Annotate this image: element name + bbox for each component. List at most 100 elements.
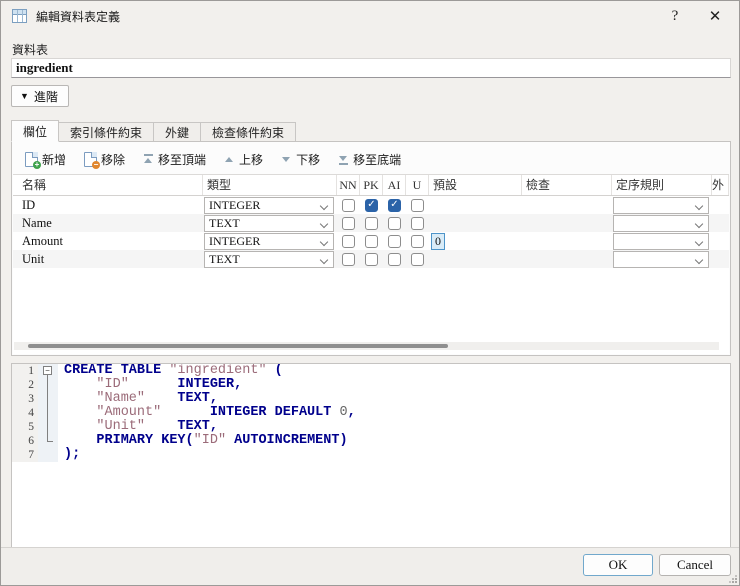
fold-margin: [38, 406, 58, 420]
toolbar-button-label: 新增: [42, 152, 67, 167]
ai-checkbox[interactable]: [388, 234, 401, 248]
type-select[interactable]: INTEGER: [204, 196, 334, 214]
advanced-button[interactable]: ▼ 進階: [11, 85, 69, 107]
collation-select[interactable]: [613, 250, 709, 268]
chevron-down-icon: [694, 237, 704, 246]
table-name-input[interactable]: [11, 58, 731, 78]
pk-cell: [360, 250, 383, 268]
resize-grip-icon[interactable]: [729, 575, 737, 583]
line-number: 6: [12, 434, 38, 448]
toolbar-button-label: 移至底端: [353, 152, 402, 167]
sql-code: "Amount" INTEGER DEFAULT 0,: [96, 405, 356, 420]
fields-tab-panel: + 新增 − 移除 移至頂端 上移 下移 移至底端 名稱 類型 NN PK AI U 預設 檢查 定序規則外 …: [11, 141, 731, 356]
u-cell: [406, 232, 429, 250]
advanced-button-label: 進階: [33, 89, 58, 104]
collation-select[interactable]: [613, 196, 709, 214]
sql-code: PRIMARY KEY("ID" AUTOINCREMENT): [96, 433, 348, 448]
line-number: 7: [12, 448, 38, 462]
default-cell[interactable]: [429, 250, 522, 268]
toolbar-button-1[interactable]: − 移除: [77, 149, 132, 170]
nn-cell: [337, 196, 360, 214]
pk-checkbox[interactable]: [365, 234, 378, 248]
type-select-value: TEXT: [209, 251, 240, 266]
nn-checkbox[interactable]: [342, 198, 355, 212]
default-cell[interactable]: 0: [429, 232, 522, 250]
tab-2[interactable]: 外鍵: [154, 122, 202, 142]
column-header-8: 定序規則: [612, 175, 712, 195]
fold-margin: [38, 420, 58, 434]
nn-checkbox[interactable]: [342, 252, 355, 266]
column-header-7: 檢查: [522, 175, 612, 195]
field-name-cell[interactable]: Name: [13, 214, 203, 232]
default-cell[interactable]: [429, 214, 522, 232]
pk-checkbox[interactable]: ✓: [365, 198, 378, 212]
type-select-value: TEXT: [209, 215, 240, 230]
column-header-0: 名稱: [13, 175, 203, 195]
check-cell[interactable]: [522, 214, 612, 232]
sql-line: 3 "Name" TEXT,: [12, 392, 730, 406]
toolbar-button-label: 上移: [239, 152, 264, 167]
nn-cell: [337, 232, 360, 250]
dialog-title: 編輯資料表定義: [36, 9, 121, 24]
u-checkbox[interactable]: [411, 252, 424, 266]
ai-checkbox[interactable]: [388, 216, 401, 230]
field-name-cell[interactable]: Amount: [13, 232, 203, 250]
toolbar-button-4[interactable]: 下移: [274, 149, 327, 170]
nn-checkbox[interactable]: [342, 234, 355, 248]
move-top-icon: [143, 153, 154, 165]
tab-3[interactable]: 檢查條件約束: [201, 122, 297, 142]
plus-icon: +: [33, 159, 41, 169]
pk-cell: [360, 214, 383, 232]
toolbar-button-3[interactable]: 上移: [217, 149, 270, 170]
default-value-selected[interactable]: 0: [431, 232, 445, 250]
close-button[interactable]: ✕: [695, 1, 735, 31]
help-button[interactable]: ?: [655, 1, 695, 31]
check-cell[interactable]: [522, 196, 612, 214]
field-name-cell[interactable]: ID: [13, 196, 203, 214]
field-row: Amount INTEGER 0: [13, 232, 729, 250]
type-select[interactable]: TEXT: [204, 214, 334, 232]
move-bottom-icon: [338, 154, 349, 165]
h-scroll-thumb[interactable]: [28, 344, 448, 348]
sql-line: 7);: [12, 448, 730, 462]
arrow-down-icon: [281, 154, 292, 165]
fold-collapse-icon[interactable]: −: [43, 366, 52, 375]
tab-0[interactable]: 欄位: [11, 120, 60, 142]
toolbar-button-label: 移除: [101, 152, 126, 167]
default-cell[interactable]: [429, 196, 522, 214]
document-minus-icon: −: [84, 151, 101, 169]
document-plus-icon: +: [25, 151, 41, 169]
field-name-cell[interactable]: Unit: [13, 250, 203, 268]
collation-select[interactable]: [613, 214, 709, 232]
toolbar-button-5[interactable]: 移至底端: [331, 149, 408, 170]
fk-cell: [712, 250, 729, 268]
collation-cell: [612, 232, 712, 250]
ok-button[interactable]: OK: [583, 554, 653, 576]
ai-checkbox[interactable]: ✓: [388, 198, 401, 212]
line-number: 1: [12, 364, 38, 378]
horizontal-scrollbar[interactable]: [14, 342, 719, 350]
check-cell[interactable]: [522, 250, 612, 268]
collation-select[interactable]: [613, 232, 709, 250]
pk-checkbox[interactable]: [365, 216, 378, 230]
collation-cell: [612, 214, 712, 232]
fold-margin: [38, 448, 58, 462]
check-cell[interactable]: [522, 232, 612, 250]
toolbar-button-2[interactable]: 移至頂端: [136, 149, 213, 170]
u-checkbox[interactable]: [411, 234, 424, 248]
nn-checkbox[interactable]: [342, 216, 355, 230]
chevron-down-icon: [319, 255, 329, 264]
pk-checkbox[interactable]: [365, 252, 378, 266]
table-icon: [12, 9, 27, 23]
cancel-button[interactable]: Cancel: [659, 554, 731, 576]
u-checkbox[interactable]: [411, 216, 424, 230]
column-header-2: NN: [337, 175, 360, 195]
type-select[interactable]: INTEGER: [204, 232, 334, 250]
fields-grid: 名稱 類型 NN PK AI U 預設 檢查 定序規則外 ID INTEGER ✓ ✓ Name TEXT…: [13, 174, 729, 354]
tab-1[interactable]: 索引條件約束: [59, 122, 155, 142]
ai-checkbox[interactable]: [388, 252, 401, 266]
u-checkbox[interactable]: [411, 198, 424, 212]
toolbar-button-0[interactable]: + 新增: [18, 149, 73, 170]
fk-cell: [712, 232, 729, 250]
type-select[interactable]: TEXT: [204, 250, 334, 268]
